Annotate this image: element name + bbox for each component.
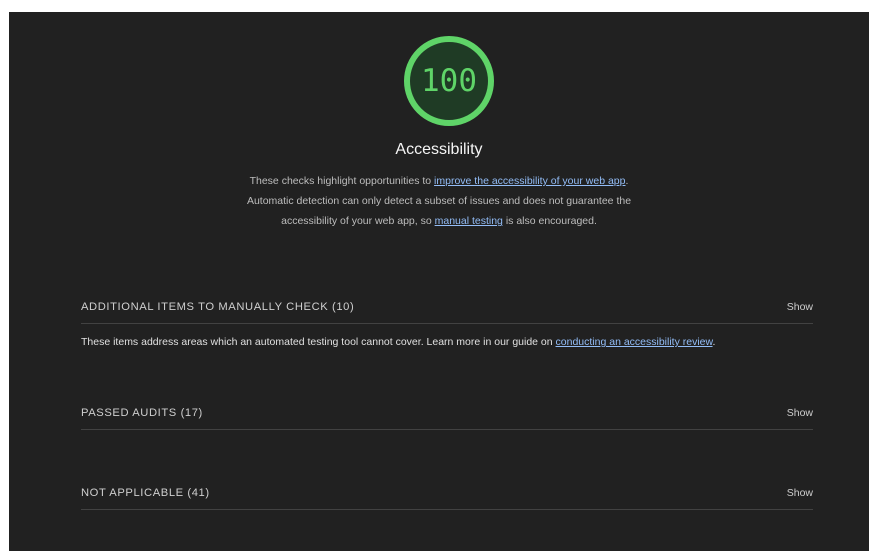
category-desc-end: is also encouraged. (502, 215, 597, 227)
group-manual-check-description: These items address areas which an autom… (81, 336, 715, 348)
score-value: 100 (421, 63, 477, 99)
category-desc-intro: These checks highlight opportunities to (249, 175, 435, 187)
category-description: These checks highlight opportunities to … (240, 171, 638, 231)
group-manual-check-title: ADDITIONAL ITEMS TO MANUALLY CHECK (10) (81, 301, 355, 313)
category-title: Accessibility (395, 141, 483, 158)
score-gauge: 100 (402, 34, 496, 128)
group-desc-intro: These items address areas which an autom… (81, 336, 556, 348)
group-passed-audits[interactable]: PASSED AUDITS (17) Show (81, 399, 813, 430)
accessibility-review-link[interactable]: conducting an accessibility review (556, 336, 713, 348)
group-not-applicable-show-button[interactable]: Show (787, 487, 813, 499)
group-desc-end: . (712, 336, 716, 348)
group-manual-check-show-button[interactable]: Show (787, 301, 813, 313)
group-manual-check[interactable]: ADDITIONAL ITEMS TO MANUALLY CHECK (10) … (81, 293, 813, 324)
manual-testing-link[interactable]: manual testing (435, 215, 503, 227)
group-passed-audits-show-button[interactable]: Show (787, 407, 813, 419)
improve-accessibility-link[interactable]: improve the accessibility of your web ap… (434, 175, 625, 187)
lighthouse-report-panel: 100 Accessibility These checks highlight… (9, 12, 869, 551)
group-not-applicable-title: NOT APPLICABLE (41) (81, 487, 210, 499)
group-passed-audits-title: PASSED AUDITS (17) (81, 407, 203, 419)
group-not-applicable[interactable]: NOT APPLICABLE (41) Show (81, 479, 813, 510)
